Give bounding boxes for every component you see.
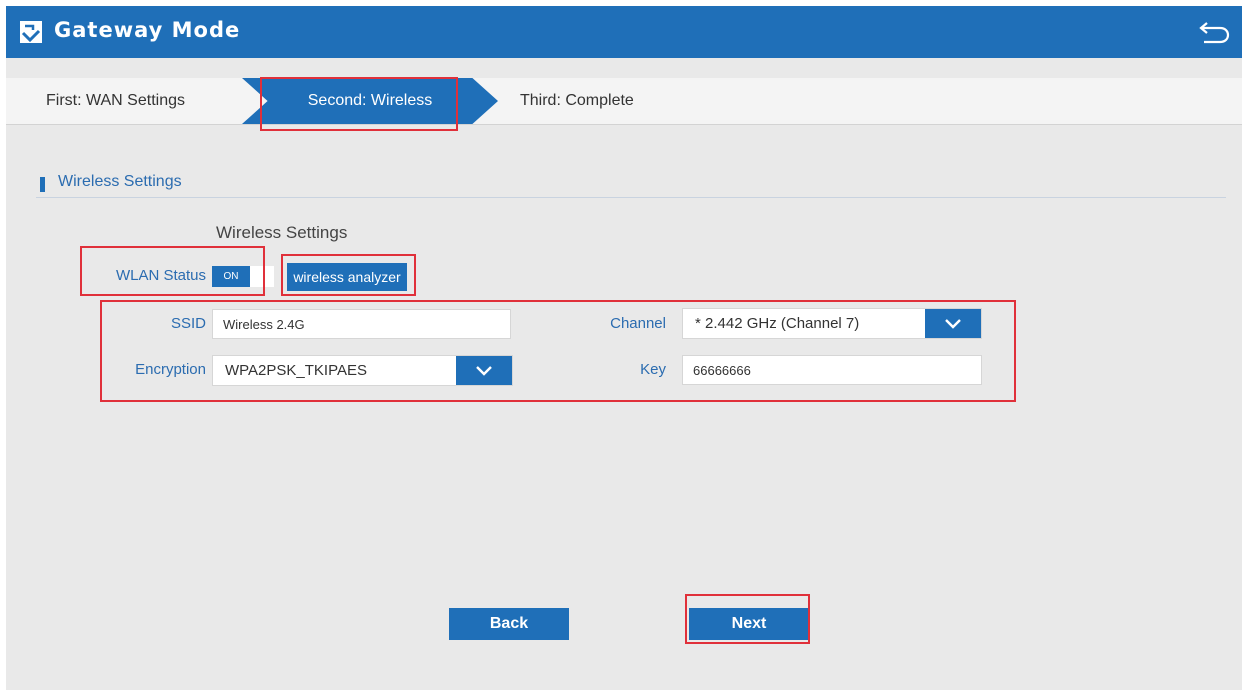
chevron-down-icon [476, 366, 492, 376]
ssid-input[interactable] [212, 309, 511, 339]
app-frame: Gateway Mode First: WAN Settings Second:… [6, 6, 1242, 690]
channel-select[interactable]: * 2.442 GHz (Channel 7) [682, 308, 982, 339]
step-wan-settings[interactable]: First: WAN Settings [46, 78, 185, 124]
next-button[interactable]: Next [689, 608, 809, 640]
section-divider [36, 197, 1226, 198]
encryption-dropdown-button[interactable] [456, 356, 512, 385]
encryption-value: WPA2PSK_TKIPAES [225, 362, 367, 379]
wizard-steps: First: WAN Settings Second: Wireless Thi… [6, 78, 1242, 125]
step-complete[interactable]: Third: Complete [520, 78, 634, 124]
key-input[interactable] [682, 355, 982, 385]
key-label: Key [640, 361, 666, 378]
section-title: Wireless Settings [58, 173, 182, 190]
wlan-status-label: WLAN Status [116, 267, 207, 284]
wireless-analyzer-button[interactable]: wireless analyzer [287, 263, 407, 291]
app-title: Gateway Mode [54, 18, 241, 42]
channel-dropdown-button[interactable] [925, 309, 981, 338]
encryption-select[interactable]: WPA2PSK_TKIPAES [212, 355, 513, 386]
step-wireless[interactable]: Second: Wireless [242, 78, 498, 124]
ssid-label: SSID [170, 315, 206, 332]
section-marker [40, 177, 45, 192]
wlan-status-toggle[interactable]: ON [212, 266, 274, 287]
channel-value: * 2.442 GHz (Channel 7) [695, 315, 860, 332]
toggle-on-indicator: ON [212, 266, 250, 287]
return-arrow-icon[interactable] [1198, 19, 1230, 45]
router-icon [20, 21, 42, 43]
form-subtitle: Wireless Settings [216, 223, 348, 242]
encryption-label: Encryption [135, 361, 206, 378]
back-button[interactable]: Back [449, 608, 569, 640]
header-bar: Gateway Mode [6, 6, 1242, 58]
channel-label: Channel [610, 315, 666, 332]
chevron-down-icon [945, 319, 961, 329]
